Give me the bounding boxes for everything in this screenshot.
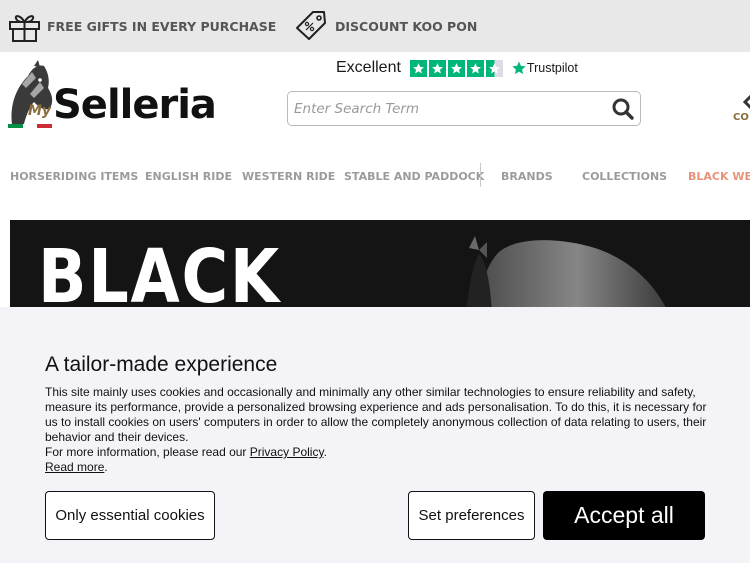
cookie-description: This site mainly uses cookies and occasi…: [45, 385, 707, 444]
star-icon: [466, 59, 484, 77]
nav-item-stable-paddock[interactable]: STABLE AND PADDOCK: [344, 170, 484, 183]
half-star-icon: [485, 59, 503, 77]
gift-icon: [9, 14, 40, 42]
set-preferences-button[interactable]: Set preferences: [408, 491, 535, 540]
cookie-policy-suffix: .: [323, 445, 327, 459]
trustpilot-star-icon: [512, 61, 526, 75]
cookie-policy-prefix: For more information, please read our: [45, 445, 250, 459]
trustpilot-widget[interactable]: Excellent Trustpilot: [336, 58, 578, 78]
search-input[interactable]: [294, 99, 594, 119]
hero-title: BLACK: [38, 234, 281, 316]
essential-cookies-button[interactable]: Only essential cookies: [45, 491, 215, 540]
main-nav: HORSERIDING ITEMS ENGLISH RIDE WESTERN R…: [0, 160, 750, 192]
read-more-link[interactable]: Read more: [45, 460, 104, 474]
promo-bar: FREE GIFTS IN EVERY PURCHASE DISCOUNT KO…: [0, 0, 750, 52]
cookie-text: This site mainly uses cookies and occasi…: [45, 385, 715, 475]
italian-flag: [8, 124, 53, 128]
cookie-consent-panel: A tailor-made experience This site mainl…: [0, 307, 750, 563]
star-icon: [447, 59, 465, 77]
nav-item-horseriding[interactable]: HORSERIDING ITEMS: [10, 170, 138, 183]
nav-divider: [480, 163, 481, 187]
search-bar: [287, 91, 641, 126]
nav-item-black-week[interactable]: BLACK WEE: [688, 170, 750, 183]
nav-item-english-ride[interactable]: ENGLISH RIDE: [145, 170, 232, 183]
trustpilot-brand-label: Trustpilot: [526, 61, 578, 75]
horse-image: [465, 236, 670, 316]
trustpilot-brand: Trustpilot: [511, 60, 578, 76]
nav-item-collections[interactable]: COLLECTIONS: [582, 170, 667, 183]
trustpilot-stars: [409, 59, 503, 77]
star-icon: [409, 59, 427, 77]
hero-banner[interactable]: BLACK: [10, 220, 750, 316]
logo-prefix: My: [28, 103, 52, 119]
promo-discount[interactable]: DISCOUNT KOO PON: [293, 8, 477, 44]
read-more-suffix: .: [104, 460, 108, 474]
accept-all-button[interactable]: Accept all: [543, 491, 705, 540]
nav-item-western-ride[interactable]: WESTERN RIDE: [242, 170, 335, 183]
cookie-title: A tailor-made experience: [45, 353, 278, 376]
search-icon[interactable]: [611, 97, 635, 121]
logo-wordmark: Selleria: [53, 82, 217, 128]
promo-gifts[interactable]: FREE GIFTS IN EVERY PURCHASE: [8, 8, 276, 44]
privacy-policy-link[interactable]: Privacy Policy: [250, 445, 324, 459]
star-icon: [428, 59, 446, 77]
header-right-label[interactable]: CO: [733, 112, 749, 123]
promo-gifts-label: FREE GIFTS IN EVERY PURCHASE: [47, 18, 277, 34]
promo-discount-label: DISCOUNT KOO PON: [335, 18, 478, 34]
nav-item-brands[interactable]: BRANDS: [501, 170, 553, 183]
trustpilot-rating-word: Excellent: [336, 59, 401, 76]
discount-tag-icon: [296, 11, 326, 40]
